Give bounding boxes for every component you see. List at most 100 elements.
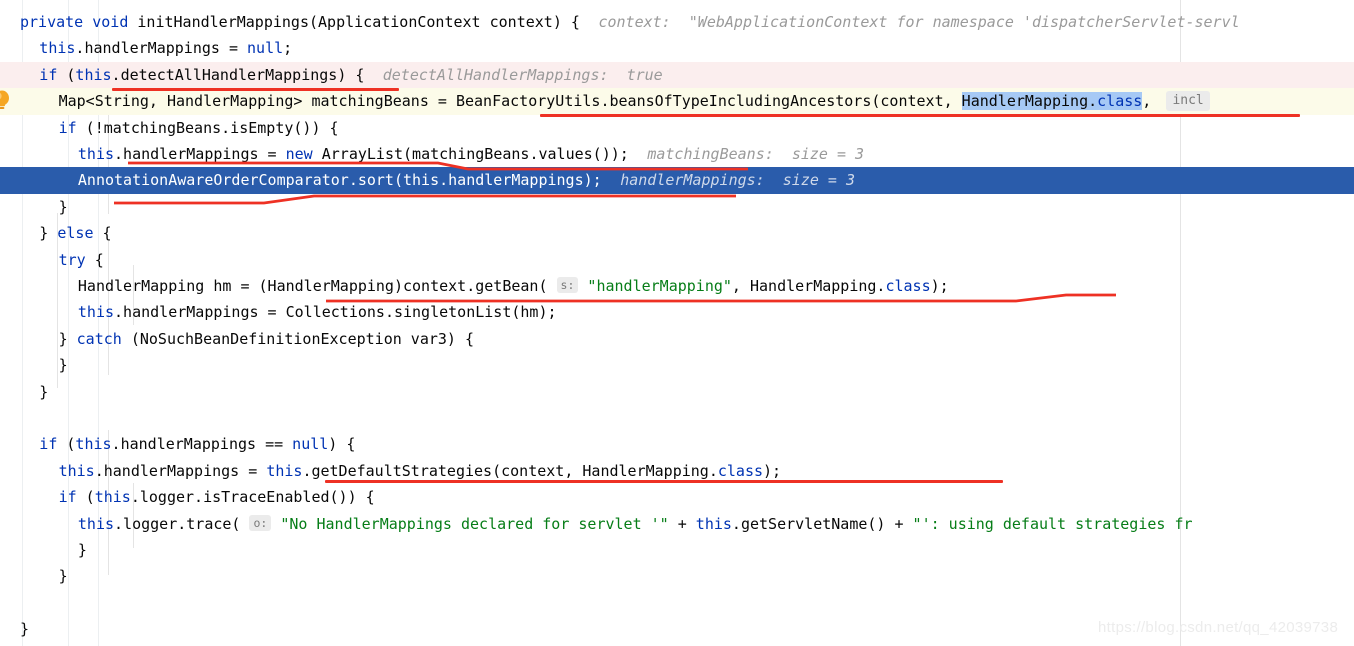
annotation-underline-annotationaware-sort (114, 194, 736, 205)
code-token: null (247, 39, 284, 58)
code-token: .logger.isTraceEnabled()) { (130, 488, 375, 507)
code-token: if (58, 118, 77, 137)
code-token: this (266, 461, 303, 480)
code-line-text: } else { (39, 220, 111, 246)
code-line-text: } (78, 537, 87, 563)
code-token: ( (57, 65, 76, 84)
code-token: Map<String, HandlerMapping> matchingBean… (58, 92, 962, 111)
code-token: private (20, 13, 84, 31)
code-line[interactable]: if (this.handlerMappings == null) { (0, 431, 1354, 457)
annotation-underline-detect-all (112, 88, 399, 91)
code-token: , (1142, 92, 1152, 111)
code-token: "No HandlerMappings declared for servlet… (280, 514, 669, 533)
code-token: } (58, 197, 68, 216)
code-line[interactable]: } else { (0, 220, 1354, 246)
code-line-text: if (this.logger.isTraceEnabled()) { (59, 484, 375, 510)
code-token: "': using default strategies fr (912, 514, 1193, 533)
code-line-text: } (59, 563, 68, 589)
annotation-underline-getdefaultstrategies (325, 480, 1003, 483)
inline-debug-hint: context: "WebApplicationContext for name… (598, 13, 1240, 31)
code-token: } (39, 382, 49, 401)
code-token: AnnotationAwareOrderComparator.sort(this… (77, 171, 602, 190)
code-token: .detectAllHandlerMappings) { (111, 65, 365, 84)
code-line-text: if (this.detectAllHandlerMappings) { (39, 62, 364, 88)
code-line[interactable]: private void initHandlerMappings(Applica… (0, 9, 1354, 35)
code-line[interactable] (0, 590, 1354, 616)
code-token: .handlerMappings == (111, 435, 293, 454)
code-token: this (58, 461, 95, 480)
lightbulb-icon[interactable] (0, 90, 10, 110)
code-line-text: if (this.handlerMappings == null) { (39, 431, 355, 457)
code-line[interactable]: if (this.logger.isTraceEnabled()) { (0, 484, 1354, 510)
code-token: .getServletName() + (731, 514, 913, 533)
code-token: null (292, 435, 329, 454)
code-token: class (717, 461, 764, 480)
code-line[interactable]: } catch (NoSuchBeanDefinitionException v… (0, 326, 1354, 352)
inline-hint-wrapper: incl (1166, 88, 1210, 114)
code-token: ( (57, 435, 76, 454)
code-token: else (57, 224, 94, 243)
code-token: { (85, 250, 104, 269)
code-token: .handlerMappings = (94, 461, 267, 480)
code-token: ; (283, 39, 293, 58)
code-line[interactable]: } (0, 537, 1354, 563)
annotation-underline-getbean (326, 293, 1116, 303)
selected-token: HandlerMapping. (961, 92, 1098, 111)
annotation-underline-beansoftype (540, 114, 1300, 117)
code-line[interactable]: if (!matchingBeans.isEmpty()) { (0, 115, 1354, 141)
code-token: ); (763, 461, 782, 480)
code-line[interactable] (0, 405, 1354, 431)
code-token: { (93, 224, 112, 243)
code-line[interactable]: this.handlerMappings = null; (0, 35, 1354, 61)
code-token: if (58, 488, 77, 507)
code-token: .logger.trace( (114, 514, 250, 533)
code-token: this (77, 514, 115, 533)
code-line-text: } (39, 379, 48, 405)
code-editor[interactable]: private void initHandlerMappings(Applica… (0, 0, 1354, 646)
code-line[interactable]: if (this.detectAllHandlerMappings) { dete… (0, 61, 1354, 89)
code-line-text: this.logger.trace( o: "No HandlerMapping… (78, 511, 1193, 537)
code-line[interactable]: } (0, 379, 1354, 405)
code-token: if (39, 65, 58, 84)
code-line-text: } (20, 616, 29, 642)
code-line[interactable]: this.logger.trace( o: "No HandlerMapping… (0, 511, 1354, 537)
selected-token: class (1097, 92, 1143, 111)
code-token: this (695, 514, 732, 533)
code-token: initHandlerMappings(ApplicationContext c… (128, 13, 580, 31)
code-token: this (94, 488, 131, 507)
code-line-text: private void initHandlerMappings(Applica… (20, 9, 580, 35)
code-line[interactable]: } (0, 352, 1354, 378)
code-token: this (77, 145, 115, 163)
code-line-text: } (59, 194, 68, 220)
code-line-text: if (!matchingBeans.isEmpty()) { (59, 115, 339, 141)
code-line[interactable]: Map<String, HandlerMapping> matchingBean… (0, 88, 1354, 115)
code-token: } (20, 620, 30, 639)
code-line-text: try { (59, 247, 104, 273)
code-token: void (92, 13, 129, 31)
code-token: catch (76, 329, 122, 348)
code-token: this (75, 65, 112, 84)
code-token: ) { (328, 435, 356, 454)
parameter-hint-chip: o: (249, 514, 272, 531)
code-token: this (77, 303, 115, 322)
code-token: this (75, 435, 112, 454)
code-line[interactable]: try { (0, 247, 1354, 273)
annotation-underline-new-arraylist (128, 161, 748, 171)
parameter-hint-chip: s: (556, 277, 579, 293)
code-line-text: } catch (NoSuchBeanDefinitionException v… (59, 326, 474, 352)
code-token: try (58, 250, 86, 269)
code-token: } (58, 329, 77, 348)
code-token: .getDefaultStrategies(context, HandlerMa… (302, 461, 718, 480)
parameter-hint-chip: incl (1166, 91, 1210, 112)
code-token: (!matchingBeans.isEmpty()) { (76, 118, 339, 137)
code-token: .handlerMappings = (75, 39, 248, 58)
code-line[interactable]: } (0, 563, 1354, 589)
inline-debug-hint: detectAllHandlerMappings: true (382, 65, 663, 84)
code-token: (NoSuchBeanDefinitionException var3) { (121, 329, 475, 348)
code-token: if (39, 435, 58, 454)
code-token: } (77, 541, 87, 559)
code-token: this (39, 39, 76, 58)
code-line-text: } (59, 352, 68, 378)
code-token: } (58, 567, 68, 586)
